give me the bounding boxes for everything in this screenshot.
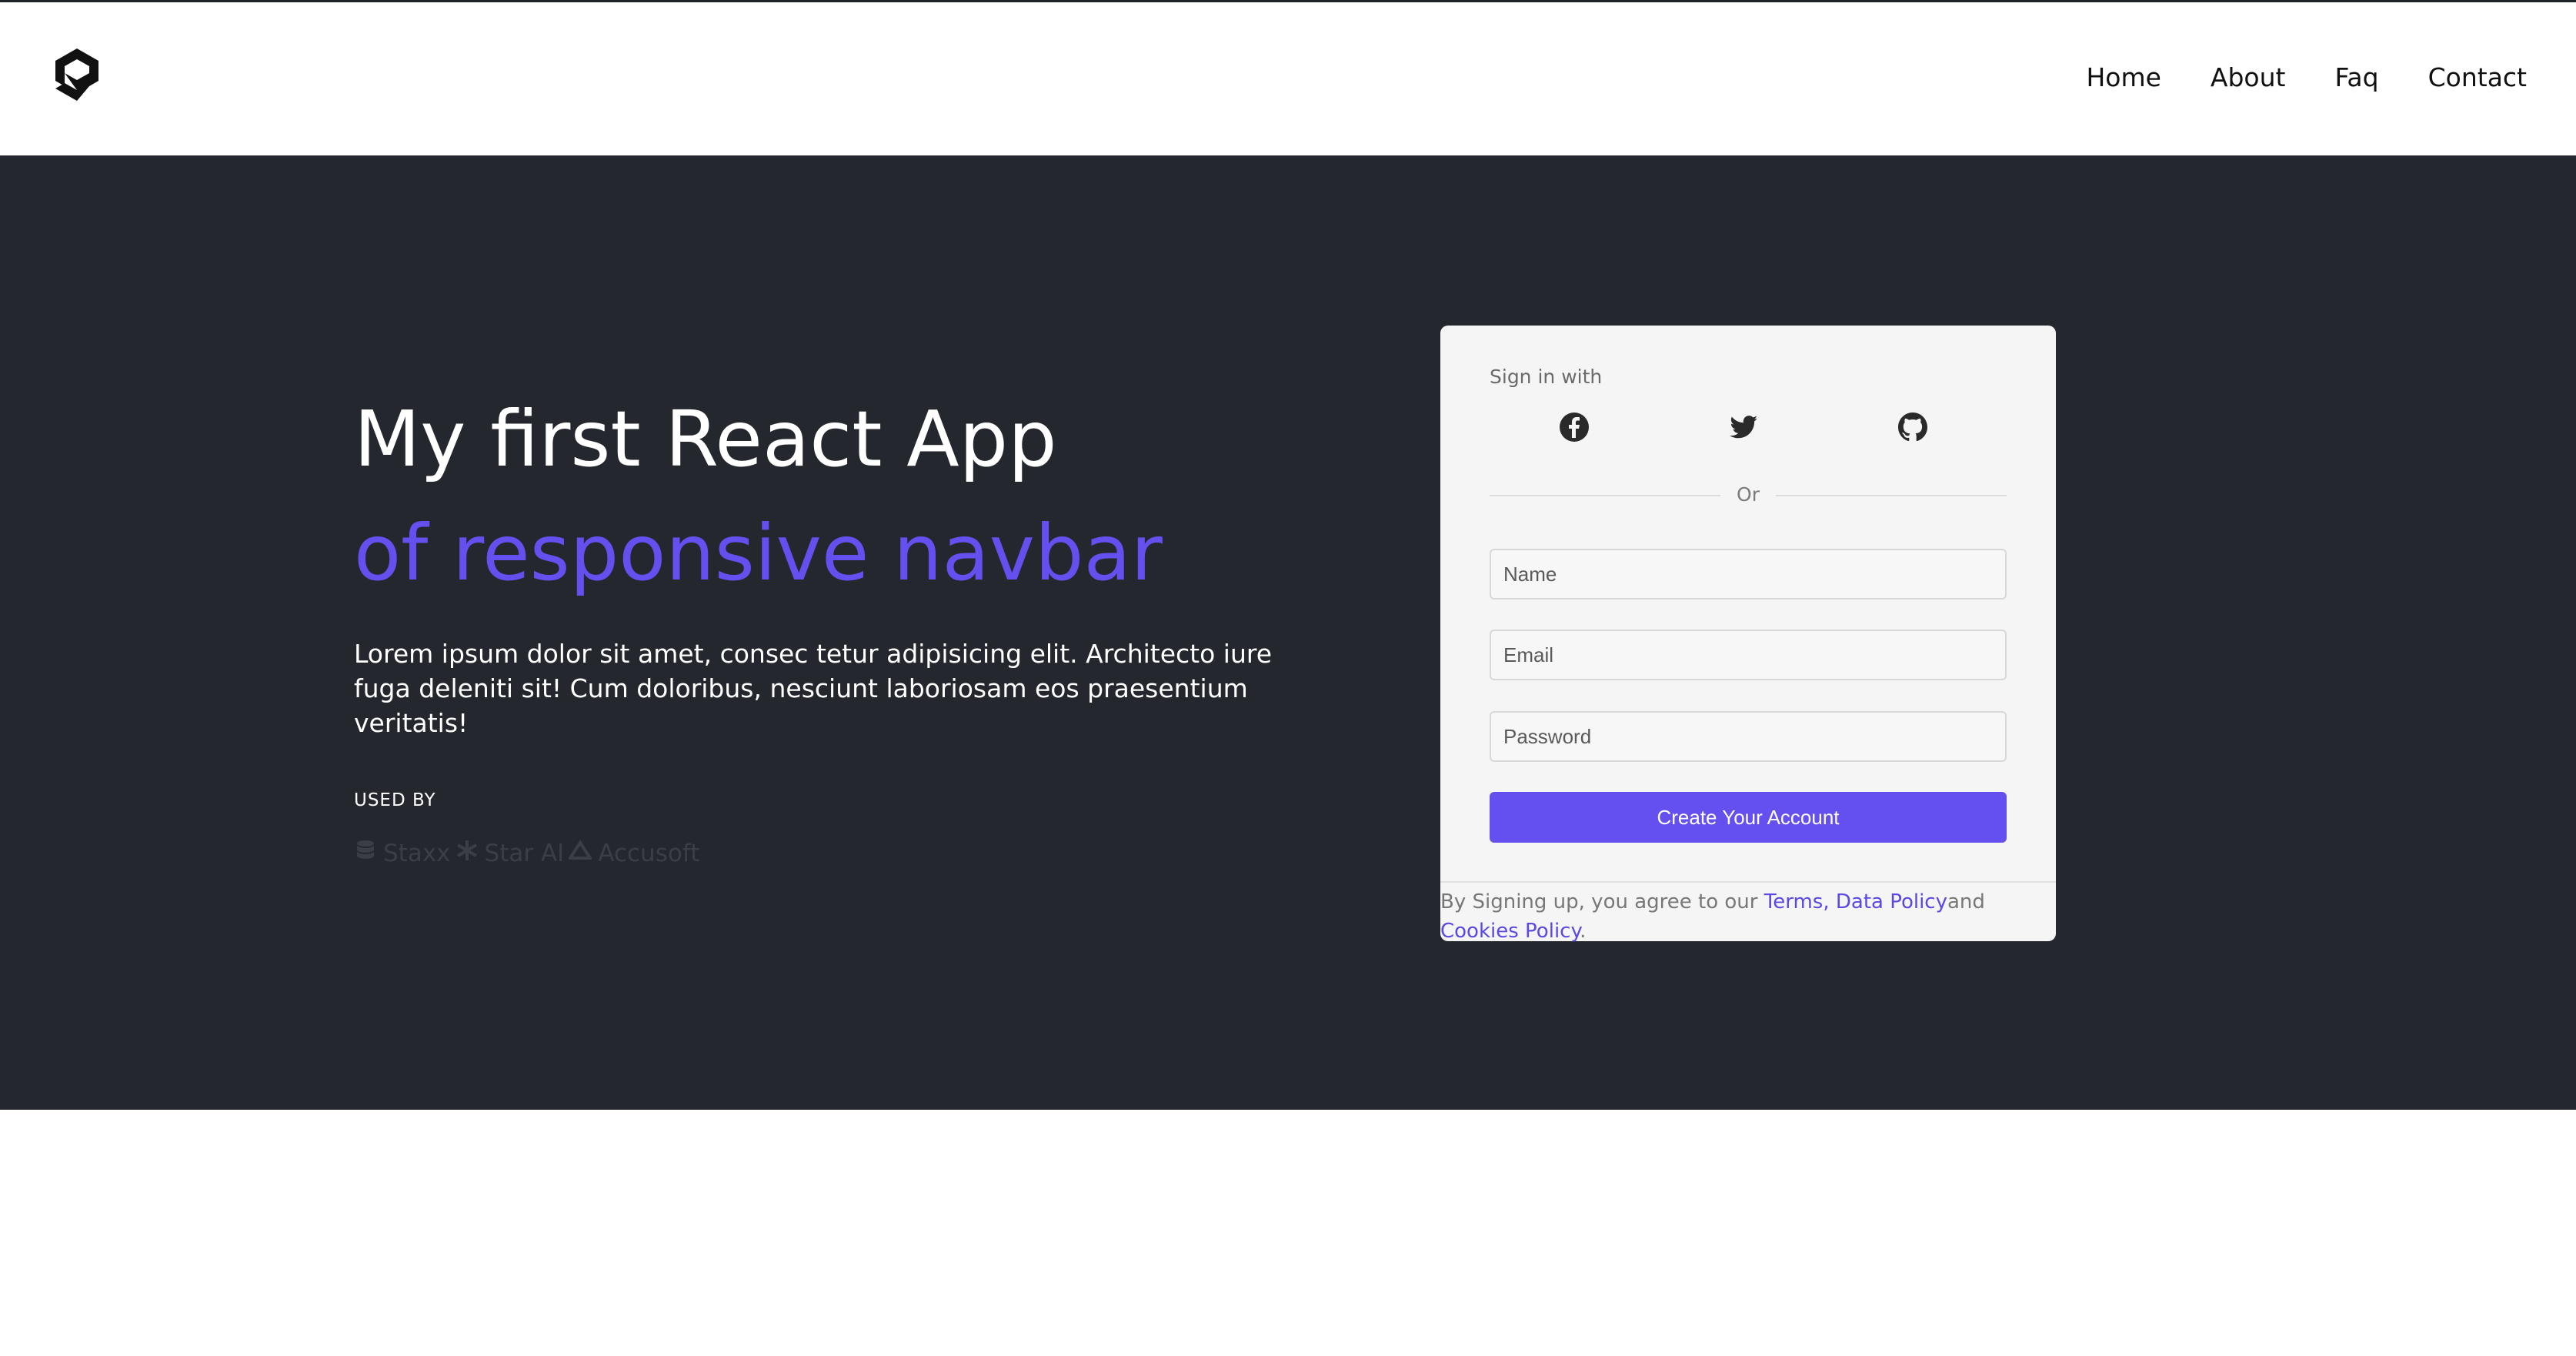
brand-name: Accusoft — [598, 840, 700, 867]
nav-home[interactable]: Home — [2086, 62, 2161, 92]
nav-faq[interactable]: Faq — [2334, 62, 2378, 92]
password-input[interactable] — [1490, 711, 2007, 762]
database-icon — [354, 839, 377, 868]
hero-title: My first React App — [354, 394, 1057, 484]
create-account-button[interactable]: Create Your Account — [1490, 792, 2007, 843]
nav-about[interactable]: About — [2211, 62, 2286, 92]
brand-name: Staxx — [383, 840, 451, 867]
email-input[interactable] — [1490, 630, 2007, 680]
terms-link[interactable]: Terms, — [1764, 890, 1830, 913]
signin-label: Sign in with — [1490, 366, 1603, 388]
hero-description: Lorem ipsum dolor sit amet, consec tetur… — [354, 639, 1273, 738]
nav-contact[interactable]: Contact — [2428, 62, 2527, 92]
facebook-icon[interactable] — [1557, 410, 1591, 444]
name-input[interactable] — [1490, 549, 2007, 600]
cookies-policy-link[interactable]: Cookies Policy — [1440, 920, 1580, 943]
terms-prefix: By Signing up, you agree to our — [1440, 890, 1764, 913]
triangle-icon — [567, 839, 593, 868]
hero-subtitle: of responsive navbar — [354, 508, 1163, 598]
brand-staxx: Staxx — [354, 839, 451, 868]
brand-accusoft: Accusoft — [567, 839, 700, 868]
data-policy-link[interactable]: Data Policy — [1836, 890, 1947, 913]
brand-star-ai: Star AI — [455, 839, 565, 868]
github-icon[interactable] — [1896, 410, 1930, 444]
or-label: Or — [1737, 483, 1760, 506]
brand-name: Star AI — [484, 840, 565, 867]
site-header: Home About Faq Contact — [0, 2, 2576, 155]
main-nav: Home About Faq Contact — [2086, 62, 2527, 92]
terms-period: . — [1580, 920, 1587, 943]
used-by-label: USED BY — [354, 790, 436, 810]
terms-text: By Signing up, you agree to our Terms, D… — [1440, 881, 2056, 946]
signup-card: Sign in with Or Create Your Account By S… — [1440, 326, 2056, 943]
or-divider: Or — [1490, 483, 2007, 506]
twitter-icon[interactable] — [1727, 410, 1760, 444]
brand-list: Staxx Star AI Accusoft — [354, 839, 699, 868]
asterisk-icon — [455, 839, 479, 868]
hero-section: My first React App of responsive navbar … — [0, 155, 2576, 1110]
logo-icon[interactable] — [51, 45, 103, 104]
and-text: and — [1947, 890, 1985, 913]
